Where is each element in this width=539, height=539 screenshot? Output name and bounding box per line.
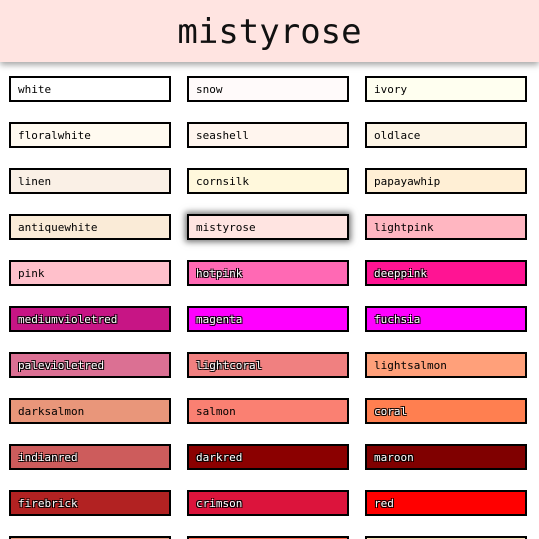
color-swatch-darkred[interactable]: darkred — [187, 444, 349, 470]
color-swatch-lightpink[interactable]: lightpink — [365, 214, 527, 240]
color-swatch-magenta[interactable]: magenta — [187, 306, 349, 332]
color-swatch-antiquewhite[interactable]: antiquewhite — [9, 214, 171, 240]
color-swatch-coral[interactable]: coral — [365, 398, 527, 424]
color-swatch-fuchsia[interactable]: fuchsia — [365, 306, 527, 332]
color-swatch-crimson[interactable]: crimson — [187, 490, 349, 516]
page-title: mistyrose — [177, 12, 362, 52]
color-swatch-papayawhip[interactable]: papayawhip — [365, 168, 527, 194]
color-swatch-indianred[interactable]: indianred — [9, 444, 171, 470]
color-swatch-hotpink[interactable]: hotpink — [187, 260, 349, 286]
color-swatch-salmon[interactable]: salmon — [187, 398, 349, 424]
color-swatch-pink[interactable]: pink — [9, 260, 171, 286]
color-swatch-lightsalmon[interactable]: lightsalmon — [365, 352, 527, 378]
color-swatch-white[interactable]: white — [9, 76, 171, 102]
color-swatch-snow[interactable]: snow — [187, 76, 349, 102]
color-swatch-mistyrose[interactable]: mistyrose — [187, 214, 349, 240]
color-swatch-maroon[interactable]: maroon — [365, 444, 527, 470]
color-swatch-oldlace[interactable]: oldlace — [365, 122, 527, 148]
color-swatch-firebrick[interactable]: firebrick — [9, 490, 171, 516]
color-swatch-palevioletred[interactable]: palevioletred — [9, 352, 171, 378]
page-header: mistyrose — [0, 0, 539, 62]
color-swatch-grid: white snow ivory floralwhite seashell oldlace… — [9, 76, 529, 539]
color-swatch-deeppink[interactable]: deeppink — [365, 260, 527, 286]
color-swatch-seashell[interactable]: seashell — [187, 122, 349, 148]
color-swatch-ivory[interactable]: ivory — [365, 76, 527, 102]
color-swatch-lightcoral[interactable]: lightcoral — [187, 352, 349, 378]
color-swatch-darksalmon[interactable]: darksalmon — [9, 398, 171, 424]
color-swatch-linen[interactable]: linen — [9, 168, 171, 194]
color-swatch-cornsilk[interactable]: cornsilk — [187, 168, 349, 194]
color-swatch-mediumvioletred[interactable]: mediumvioletred — [9, 306, 171, 332]
color-swatch-floralwhite[interactable]: floralwhite — [9, 122, 171, 148]
color-swatch-red[interactable]: red — [365, 490, 527, 516]
